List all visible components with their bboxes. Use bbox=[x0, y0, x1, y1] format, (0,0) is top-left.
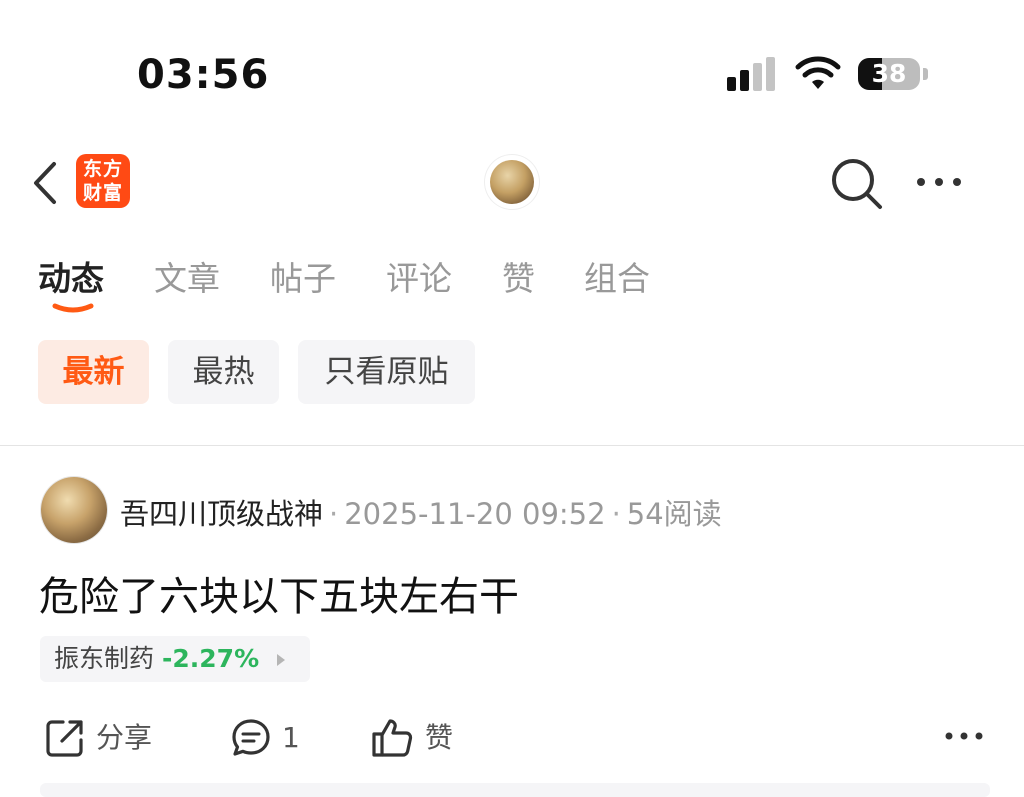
thumbs-up-icon bbox=[372, 719, 413, 757]
search-icon[interactable] bbox=[830, 157, 884, 211]
tab-dynamic[interactable]: 动态 bbox=[38, 252, 104, 300]
post-meta: 吾四川顶级战神 · 2025-11-20 09:52 · 54阅读 bbox=[120, 497, 722, 531]
tab-articles[interactable]: 文章 bbox=[154, 252, 220, 300]
like-button[interactable]: 赞 bbox=[371, 714, 453, 760]
logo-line-1: 东方 bbox=[82, 158, 123, 180]
profile-avatar[interactable] bbox=[485, 155, 539, 209]
filter-hot[interactable]: 最热 bbox=[168, 340, 279, 404]
post-more-icon[interactable] bbox=[944, 724, 984, 748]
tab-likes[interactable]: 赞 bbox=[502, 252, 535, 300]
read-count: 54阅读 bbox=[626, 497, 722, 531]
cellular-signal-icon bbox=[727, 57, 775, 91]
share-label: 分享 bbox=[96, 721, 153, 754]
author-name[interactable]: 吾四川顶级战神 bbox=[120, 497, 323, 531]
logo-line-2: 财富 bbox=[82, 182, 123, 204]
comment-button[interactable]: 1 bbox=[230, 714, 300, 760]
avatar[interactable] bbox=[41, 477, 107, 543]
active-tab-indicator bbox=[52, 303, 94, 313]
comment-icon bbox=[232, 719, 270, 756]
status-time: 03:56 bbox=[137, 52, 270, 98]
battery-indicator: 38 bbox=[858, 58, 930, 92]
share-icon bbox=[46, 720, 83, 757]
share-button[interactable]: 分享 bbox=[44, 714, 152, 760]
tab-portfolios[interactable]: 组合 bbox=[584, 252, 650, 300]
stock-change: -2.27% bbox=[162, 644, 260, 673]
app-logo[interactable]: 东方 财富 bbox=[76, 154, 130, 208]
divider bbox=[0, 445, 1024, 446]
battery-percentage: 38 bbox=[871, 59, 907, 88]
post-content[interactable]: 危险了六块以下五块左右干 bbox=[39, 564, 519, 622]
comment-count: 1 bbox=[282, 721, 300, 754]
stock-name: 振东制药 bbox=[54, 644, 155, 673]
chevron-left-icon[interactable] bbox=[30, 160, 60, 206]
caret-right-icon bbox=[277, 654, 286, 666]
profile-tabs: 动态 文章 帖子 评论 赞 组合 bbox=[0, 252, 1024, 302]
stock-tag[interactable]: 振东制药 -2.27% bbox=[40, 636, 310, 682]
next-card-edge bbox=[40, 783, 990, 797]
filter-latest[interactable]: 最新 bbox=[38, 340, 149, 404]
more-horizontal-icon[interactable] bbox=[915, 168, 963, 196]
filter-original-only[interactable]: 只看原贴 bbox=[298, 340, 475, 404]
tab-posts[interactable]: 帖子 bbox=[270, 252, 336, 300]
like-label: 赞 bbox=[425, 721, 454, 754]
wifi-icon bbox=[795, 56, 841, 89]
post-datetime: 2025-11-20 09:52 bbox=[344, 497, 606, 531]
tab-comments[interactable]: 评论 bbox=[386, 252, 452, 300]
